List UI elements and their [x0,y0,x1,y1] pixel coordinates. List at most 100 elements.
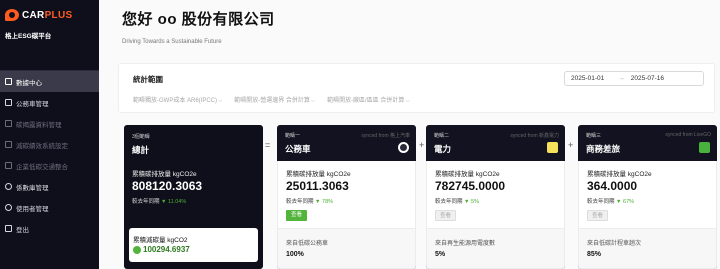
yoy-value: ▼ 67% [616,199,635,205]
scope1-yoy: 較去年同期 ▼ 78% [286,197,333,205]
scope2-foot-value: 5% [435,251,446,258]
sidebar-item-label: 係數庫管理 [16,184,49,192]
total-tag: 3個範疇 [132,134,150,140]
yoy-label: 較去年同期 [132,199,160,205]
filter-gwp-dropdown[interactable]: 範疇獨放-GWP成本 AR6(IPCC) [133,95,222,104]
user-icon [5,204,12,211]
brand-logo[interactable]: CARPLUS [0,0,99,22]
scope2-emission-label: 累積碳排放量 kgCO2e [435,171,500,178]
reduction-box: 累積減碳量 kgCO2 100294.6937 [129,228,258,262]
sidebar: CARPLUS 格上ESG碳平台 數據中心 公務車管理 碳揭露資料管理 減碳績效… [0,0,99,269]
leaf-icon [133,245,141,254]
sidebar-item-logout[interactable]: 登出 [0,218,99,239]
total-yoy: 較去年同期 ▼ 11.04% [132,197,186,205]
sidebar-item-label: 減碳績效系統設定 [16,142,68,150]
document-icon [5,120,12,127]
scope3-view-button[interactable]: 查看 [587,210,608,221]
transport-icon [5,162,12,169]
date-range-picker[interactable]: 2025-01-01 → 2025-07-16 [564,71,704,86]
gear-icon [5,183,12,190]
scope2-header: 範疇二 電力 synced from 新鑫電力 [426,125,565,161]
sidebar-item-user-management[interactable]: 使用者管理 [0,197,99,218]
scope1-source: synced from 格上汽車 [361,133,410,139]
yoy-value: ▼ 11.04% [161,199,187,205]
total-name: 總計 [132,145,150,155]
yoy-label: 較去年同期 [435,199,463,205]
date-end[interactable]: 2025-07-16 [631,75,664,82]
platform-name: 格上ESG碳平台 [5,33,52,40]
reduction-row: 100294.6937 [133,245,190,254]
scope1-tag: 範疇一 [285,133,301,139]
reduction-value: 100294.6937 [143,245,190,254]
scope1-emission-label: 累積碳排放量 kgCO2e [286,171,351,178]
car-icon [5,99,12,106]
filter-boundary-dropdown[interactable]: 範疇開放-營運邊界 合併計算 [234,95,315,104]
scope3-emission-value: 364.0000 [587,179,638,193]
scope2-view-button[interactable]: 查看 [435,210,456,221]
scope3-yoy: 較去年同期 ▼ 67% [587,197,634,205]
sidebar-item-label: 企業低碳交通整合 [16,163,68,171]
scope2-yoy: 較去年同期 ▼ 5% [435,197,479,205]
sidebar-item-label: 使用者管理 [16,205,49,213]
dashboard-icon [5,78,12,85]
plus-operator-2: + [568,140,574,150]
scope1-emission-value: 25011.3063 [286,179,349,193]
stats-range-panel: 統計範圍 2025-01-01 → 2025-07-16 範疇獨放-GWP成本 … [118,63,715,113]
total-card: 3個範疇 總計 累積碳排放量 kgCO2e 808120.3063 較去年同期 … [124,125,263,269]
scope3-source: synced from LiveGO [665,132,711,138]
scope2-foot-label: 來自再生能源用電度數 [435,241,496,247]
sidebar-item-label: 公務車管理 [16,100,49,108]
scope1-body: 累積碳排放量 kgCO2e 25011.3063 較去年同期 ▼ 78% 查看 … [277,161,416,269]
scope2-emission-value: 782745.0000 [435,179,506,193]
livego-logo-icon [699,142,710,153]
sidebar-item-reduction-settings[interactable]: 減碳績效系統設定 [0,134,99,155]
scope3-tag: 範疇三 [586,133,602,139]
power-logo-icon [547,142,558,153]
scope1-footer: 來自低碳公務車 100% [278,228,415,268]
scope1-foot-label: 來自低碳公務車 [286,241,329,247]
sidebar-item-label: 登出 [16,226,29,234]
date-arrow-icon: → [618,75,625,82]
scope3-card: 範疇三 商務差旅 synced from LiveGO 累積碳排放量 kgCO2… [578,125,717,269]
total-emission-label: 累積碳排放量 kgCO2e [132,171,197,178]
page-title: 您好 oo 股份有限公司 [122,11,275,28]
sidebar-item-carbon-disclosure[interactable]: 碳揭露資料管理 [0,113,99,134]
scope1-view-button[interactable]: 查看 [286,210,307,221]
reduction-label: 累積減碳量 kgCO2 [133,237,188,244]
scope2-body: 累積碳排放量 kgCO2e 782745.0000 較去年同期 ▼ 5% 查看 … [426,161,565,269]
yoy-label: 較去年同期 [286,199,314,205]
scope1-card: 範疇一 公務車 synced from 格上汽車 累積碳排放量 kgCO2e 2… [277,125,416,269]
sidebar-item-label: 碳揭露資料管理 [16,121,62,129]
sidebar-item-label: 數據中心 [16,79,42,87]
scope3-emission-label: 累積碳排放量 kgCO2e [587,171,652,178]
scope1-name: 公務車 [285,144,311,154]
scope2-card: 範疇二 電力 synced from 新鑫電力 累積碳排放量 kgCO2e 78… [426,125,565,269]
car-logo-icon [398,142,409,153]
scope3-name: 商務差旅 [586,144,621,154]
sidebar-item-factor-library[interactable]: 係數庫管理 [0,176,99,197]
scope3-footer: 來自低碳計程車趟次 85% [579,228,716,268]
scope2-name: 電力 [434,144,452,154]
scope3-body: 累積碳排放量 kgCO2e 364.0000 較去年同期 ▼ 67% 查看 來自… [578,161,717,269]
carplus-logo-icon [5,9,19,21]
sidebar-nav: 數據中心 公務車管理 碳揭露資料管理 減碳績效系統設定 企業低碳交通整合 係數庫… [0,71,99,239]
scope3-foot-value: 85% [587,251,602,258]
scope3-foot-label: 來自低碳計程車趟次 [587,241,642,247]
brand-wordmark: CARPLUS [22,9,73,21]
scope2-footer: 來自再生能源用電度數 5% [427,228,564,268]
main-content: 您好 oo 股份有限公司 Driving Towards a Sustainab… [99,0,720,269]
yoy-label: 較去年同期 [587,199,615,205]
total-emission-value: 808120.3063 [132,179,203,193]
filter-dropdowns: 範疇獨放-GWP成本 AR6(IPCC) 範疇開放-營運邊界 合併計算 範疇開放… [133,95,410,104]
logout-icon [5,225,12,232]
settings-icon [5,141,12,148]
sidebar-item-data-center[interactable]: 數據中心 [0,71,99,92]
sidebar-item-low-carbon-transport[interactable]: 企業低碳交通整合 [0,155,99,176]
yoy-value: ▼ 78% [315,199,334,205]
scope1-header: 範疇一 公務車 synced from 格上汽車 [277,125,416,161]
sidebar-item-company-car[interactable]: 公務車管理 [0,92,99,113]
date-start[interactable]: 2025-01-01 [571,75,604,82]
scope1-foot-value: 100% [286,251,304,258]
page-subtitle: Driving Towards a Sustainable Future [122,39,222,45]
filter-site-dropdown[interactable]: 範疇開放-廠區/區區 合併計算 [327,95,410,104]
